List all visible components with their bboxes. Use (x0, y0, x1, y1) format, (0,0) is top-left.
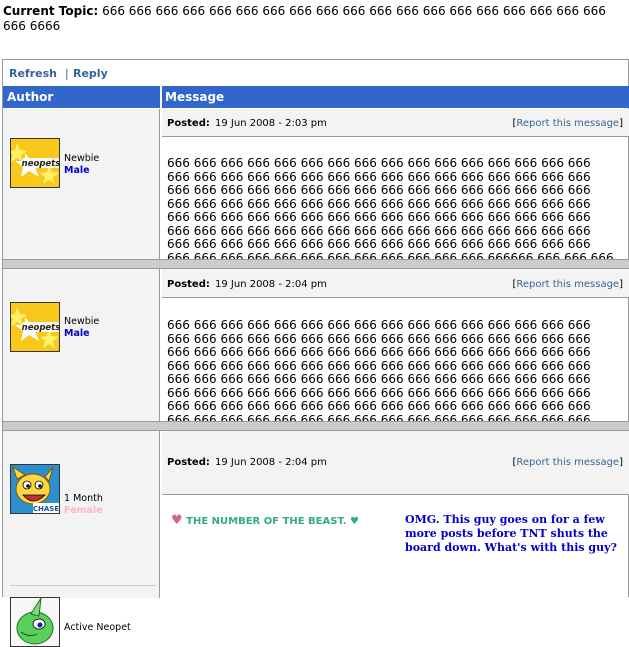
neopets-logo-text: neopets (22, 323, 59, 333)
post-author-cell: CHASE 1 Month Female Active Neopet (3, 431, 160, 647)
report-message-link[interactable]: Report this message (516, 457, 619, 468)
small-heart-icon: ♥ (350, 516, 359, 527)
author-gender: Male (64, 165, 90, 176)
forum-thread-table: Refresh | Reply Author Message neopets N… (2, 59, 629, 647)
author-gender: Male (64, 328, 90, 339)
post-message-cell: Posted: 19 Jun 2008 - 2:04 pm [Report th… (162, 269, 629, 453)
signature-text: ♥ THE NUMBER OF THE BEAST. ♥ (171, 513, 359, 528)
post-message-cell: Posted: 19 Jun 2008 - 2:03 pm [Report th… (162, 109, 629, 278)
posted-label: Posted: (167, 279, 210, 290)
author-divider (10, 585, 156, 586)
posted-label: Posted: (167, 118, 210, 129)
report-message-link[interactable]: Report this message (516, 118, 619, 129)
chase-label: CHASE (33, 505, 59, 513)
post-author-cell: neopets Newbie Male (3, 109, 160, 259)
post-meta-bar: Posted: 19 Jun 2008 - 2:04 pm [Report th… (162, 269, 629, 298)
post-message-cell: Posted: 19 Jun 2008 - 2:04 pm [Report th… (162, 431, 629, 598)
post-meta-bar: Posted: 19 Jun 2008 - 2:04 pm [Report th… (162, 431, 629, 495)
heart-icon: ♥ (171, 513, 183, 528)
neopets-logo-text: neopets (22, 159, 59, 169)
annotation-note: OMG. This guy goes on for a few more pos… (405, 513, 617, 554)
green-pet-icon (11, 598, 59, 646)
author-rank-2: Active Neopet (64, 622, 131, 633)
neopets-avatar[interactable]: neopets (10, 302, 60, 352)
active-neopet-avatar[interactable] (10, 597, 60, 647)
current-topic-label: Current Topic: (3, 4, 99, 18)
chase-avatar[interactable]: CHASE (10, 464, 60, 514)
post-meta-bar: Posted: 19 Jun 2008 - 2:03 pm [Report th… (162, 109, 629, 137)
post-date: 19 Jun 2008 - 2:04 pm (215, 279, 327, 290)
refresh-link[interactable]: Refresh (9, 67, 57, 80)
posted-label: Posted: (167, 457, 210, 468)
thread-toolbar: Refresh | Reply (3, 60, 629, 85)
post-separator (3, 259, 629, 269)
post-separator (3, 421, 629, 431)
author-info: Newbie Male (64, 153, 99, 177)
author-rank: Newbie (64, 316, 100, 327)
post-author-cell: neopets Newbie Male (3, 269, 160, 421)
author-info: Newbie Male (64, 316, 99, 340)
author-info: 1 Month Female (64, 493, 103, 517)
yellow-pet-icon: CHASE (11, 465, 59, 513)
author-gender: Female (64, 505, 103, 516)
author-age: 1 Month (64, 493, 103, 504)
current-topic: Current Topic: 666 666 666 666 666 666 6… (3, 4, 627, 34)
post-date: 19 Jun 2008 - 2:04 pm (215, 457, 327, 468)
reply-link[interactable]: Reply (73, 67, 108, 80)
report-message-link[interactable]: Report this message (516, 279, 619, 290)
toolbar-separator: | (65, 67, 69, 80)
author-column-header: Author (3, 86, 160, 108)
neopets-star-icon: neopets (11, 303, 59, 351)
author-rank: Newbie (64, 153, 100, 164)
neopets-avatar[interactable]: neopets (10, 138, 60, 188)
neopets-star-icon: neopets (11, 139, 59, 187)
post-date: 19 Jun 2008 - 2:03 pm (215, 118, 327, 129)
beast-text: THE NUMBER OF THE BEAST. (186, 516, 347, 527)
message-column-header: Message (162, 86, 629, 108)
